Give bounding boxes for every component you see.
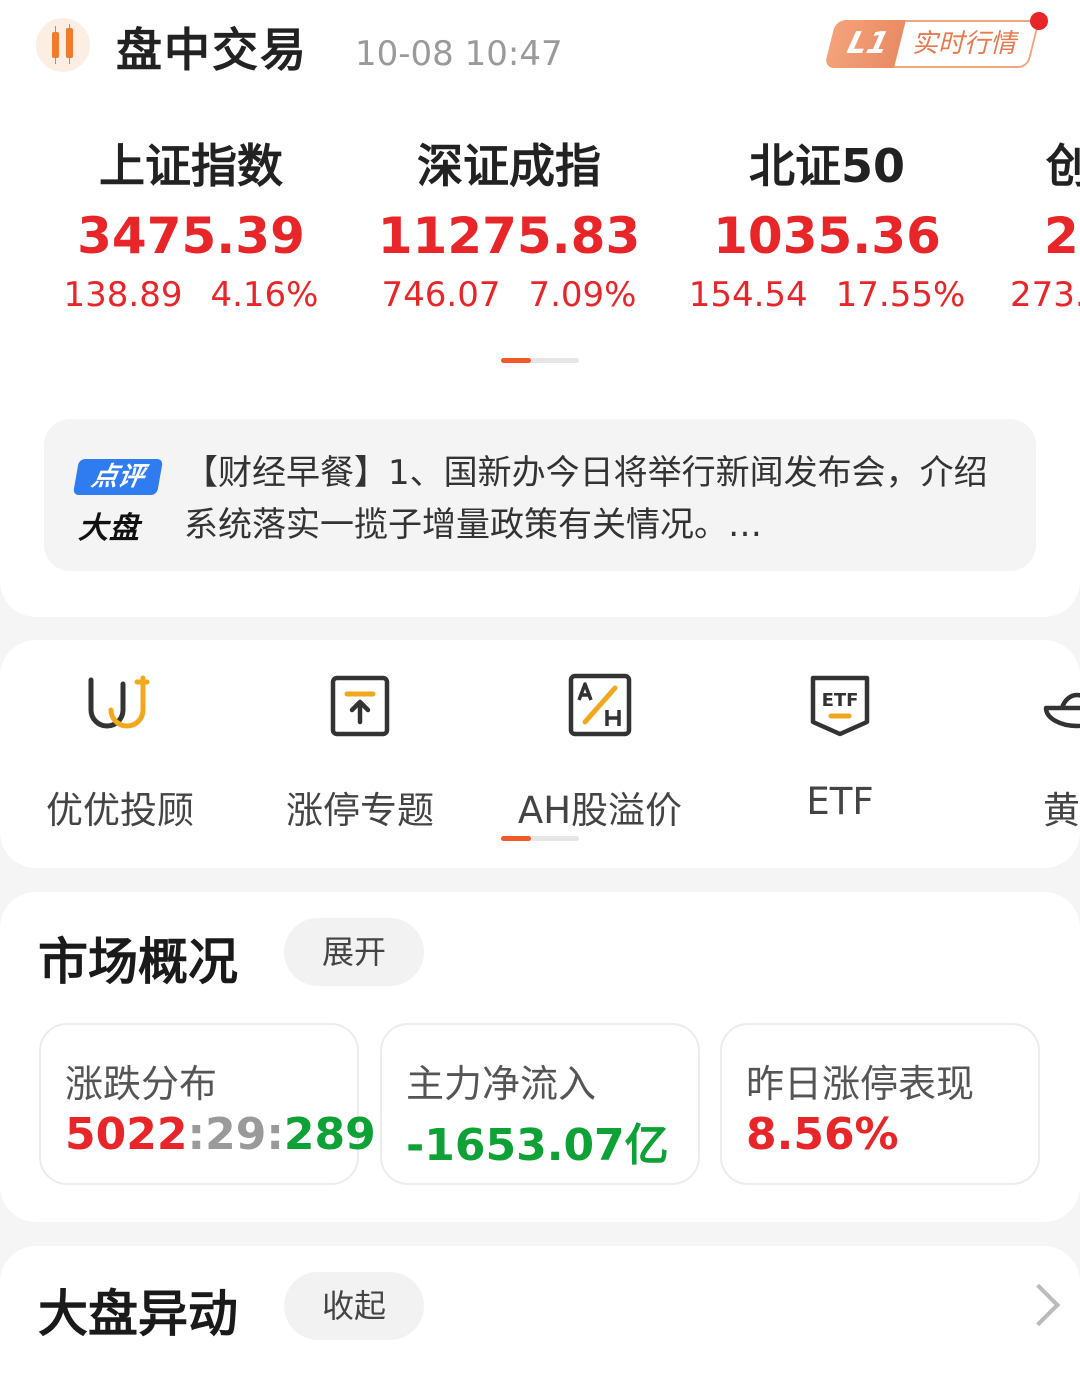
- collapse-button[interactable]: 收起: [284, 1272, 424, 1340]
- shortcut-limit-up[interactable]: 涨停专题: [240, 670, 480, 834]
- shortcut-label: 涨停专题: [286, 789, 434, 832]
- shortcut-label: ETF: [806, 780, 874, 823]
- news-headline[interactable]: 【财经早餐】1、国新办今日将举行新闻发布会，介绍系统落实一揽子增量政策有关情况。…: [184, 447, 1014, 551]
- index-value: 1035.36: [713, 207, 941, 265]
- index-name: 创: [1046, 139, 1080, 193]
- index-change: 138.89 4.16%: [32, 270, 350, 320]
- index-value: 3475.39: [77, 207, 305, 265]
- shortcut-label: 优优投顾: [46, 789, 194, 832]
- index-name: 北证50: [748, 139, 905, 193]
- logo-top-text: 点评: [72, 459, 164, 495]
- ratio-separator: :: [266, 1109, 284, 1160]
- etf-icon: ETF: [805, 670, 875, 740]
- change-amount: 138.89: [63, 275, 183, 315]
- down-count: 289: [283, 1109, 376, 1160]
- index-value: 11275.83: [377, 207, 641, 265]
- header-card: 盘中交易 10-08 10:47 L1 实时行情 上证指数 3475.39 13…: [0, 0, 1080, 617]
- limit-up-icon: [325, 670, 395, 740]
- change-percent: 4.16%: [210, 275, 319, 315]
- realtime-label: 实时行情: [894, 20, 1040, 68]
- notification-dot: [1030, 12, 1048, 30]
- stat-card-distribution[interactable]: 涨跌分布 5022:29:289: [39, 1023, 376, 1185]
- flat-count: 29: [205, 1109, 267, 1160]
- scroll-thumb: [501, 358, 531, 363]
- index-value: 24: [1044, 207, 1080, 265]
- stat-value: 8.56%: [746, 1109, 899, 1160]
- shortcut-ah-premium[interactable]: AH股溢价: [480, 670, 720, 834]
- candlestick-icon: [36, 18, 90, 72]
- shortcut-label: 黄金: [1043, 789, 1080, 832]
- index-carousel[interactable]: 上证指数 3475.39 138.89 4.16% 深证成指 11275.83 7…: [0, 130, 1080, 330]
- index-name: 深证成指: [417, 139, 601, 193]
- update-time: 10-08 10:47: [355, 34, 563, 74]
- shortcut-label: AH股溢价: [517, 789, 683, 832]
- ah-premium-icon: [565, 670, 635, 740]
- change-amount: 273.: [1010, 275, 1080, 315]
- ratio-separator: :: [187, 1109, 206, 1160]
- index-name: 上证指数: [99, 139, 283, 193]
- expand-button[interactable]: 展开: [284, 918, 424, 986]
- scroll-thumb: [501, 836, 531, 841]
- chevron-right-icon[interactable]: [1017, 1283, 1061, 1327]
- stat-value: 5022:29:289: [65, 1109, 376, 1160]
- shortcut-gold[interactable]: 黄金: [960, 670, 1080, 834]
- index-scroll-indicator: [501, 358, 579, 363]
- change-amount: 154.54: [688, 275, 808, 315]
- shortcut-uu-advisor[interactable]: 优优投顾: [0, 670, 240, 834]
- section-title: 大盘异动: [38, 1285, 238, 1343]
- stat-label: 昨日涨停表现: [746, 1062, 975, 1106]
- index-change: 746.07 7.09%: [350, 270, 668, 320]
- shortcut-scroll-indicator: [501, 836, 579, 841]
- stat-label: 主力净流入: [406, 1062, 597, 1106]
- logo-bottom-text: 大盘: [78, 511, 140, 546]
- stat-card-yesterday-limit-up[interactable]: 昨日涨停表现 8.56%: [720, 1023, 1040, 1185]
- index-change: 273.: [1010, 270, 1080, 320]
- index-change: 154.54 17.55%: [668, 270, 986, 320]
- uu-advisor-icon: [85, 670, 155, 740]
- realtime-quote-badge[interactable]: L1 实时行情: [824, 12, 1048, 68]
- gold-ingot-icon: [1042, 670, 1080, 740]
- up-count: 5022: [65, 1109, 188, 1160]
- shortcut-card[interactable]: 优优投顾 涨停专题 AH股溢价 ETF ETF 黄: [0, 640, 1080, 868]
- change-amount: 746.07: [381, 275, 501, 315]
- stat-card-main-inflow[interactable]: 主力净流入 -1653.07亿: [380, 1023, 700, 1185]
- index-item-sh[interactable]: 上证指数 3475.39 138.89 4.16%: [32, 130, 350, 320]
- stat-label: 涨跌分布: [65, 1062, 218, 1106]
- section-title: 市场概况: [38, 933, 238, 991]
- market-overview-card: 市场概况 展开 涨跌分布 5022:29:289 主力净流入 -1653.07亿…: [0, 892, 1080, 1222]
- stat-value: -1653.07亿: [406, 1120, 669, 1171]
- index-item-sz[interactable]: 深证成指 11275.83 746.07 7.09%: [350, 130, 668, 320]
- index-item-cyb[interactable]: 创 24 273.: [1010, 130, 1080, 320]
- change-percent: 17.55%: [835, 275, 966, 315]
- page-title: 盘中交易: [116, 23, 308, 77]
- market-review-logo: 点评 大盘: [72, 459, 166, 546]
- news-banner[interactable]: 点评 大盘 【财经早餐】1、国新办今日将举行新闻发布会，介绍系统落实一揽子增量政…: [44, 419, 1036, 571]
- svg-text:ETF: ETF: [822, 690, 859, 711]
- index-item-bj50[interactable]: 北证50 1035.36 154.54 17.55%: [668, 130, 986, 320]
- shortcut-etf[interactable]: ETF ETF: [720, 670, 960, 823]
- intraday-moves-card: 大盘异动 收起: [0, 1246, 1080, 1386]
- change-percent: 7.09%: [528, 275, 637, 315]
